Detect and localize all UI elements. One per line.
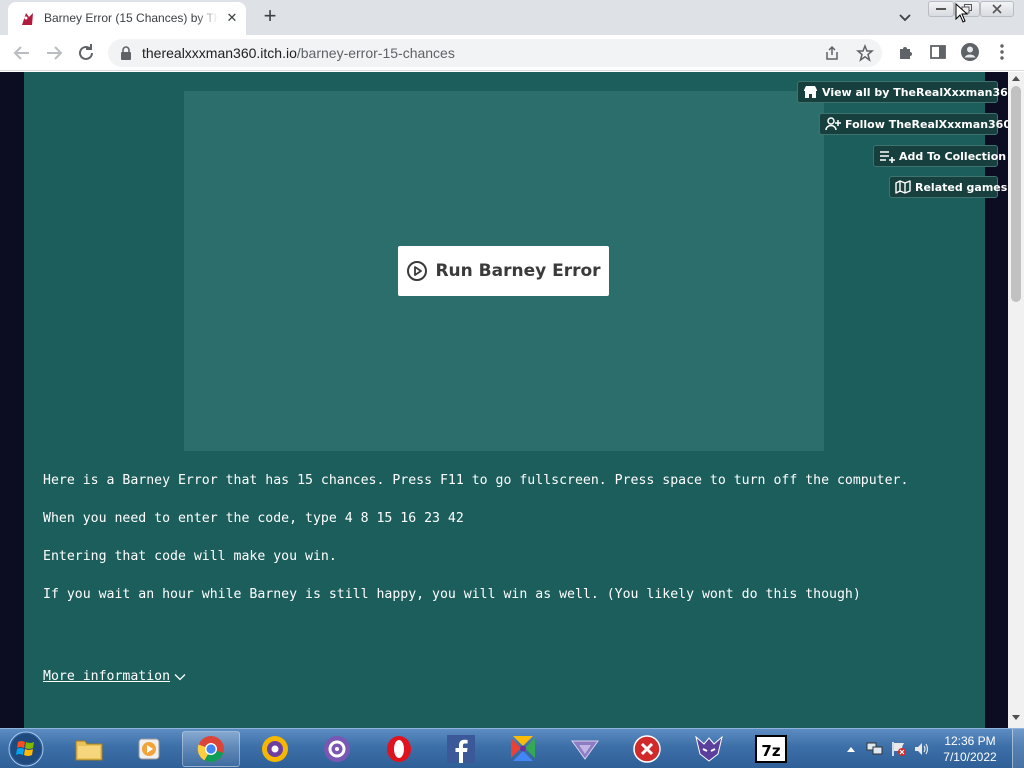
profile-avatar-icon[interactable] bbox=[960, 42, 980, 62]
taskbar-chrome[interactable] bbox=[182, 731, 240, 767]
description-paragraph: Here is a Barney Error that has 15 chanc… bbox=[43, 473, 909, 488]
action-center-flag-icon[interactable] bbox=[890, 741, 908, 757]
url-text[interactable]: therealxxxman360.itch.io/barney-error-15… bbox=[142, 45, 455, 61]
network-icon[interactable] bbox=[866, 741, 884, 757]
minimize-button[interactable] bbox=[928, 1, 954, 17]
windows-start-button-icon[interactable] bbox=[5, 730, 47, 768]
page-gutter-right bbox=[985, 72, 1008, 728]
description-paragraph: If you wait an hour while Barney is stil… bbox=[43, 587, 861, 602]
clock-date: 7/10/2022 bbox=[943, 750, 997, 764]
game-description: Here is a Barney Error that has 15 chanc… bbox=[43, 470, 963, 622]
scrollbar-thumb[interactable] bbox=[1011, 86, 1021, 302]
taskbar-app-error[interactable] bbox=[618, 731, 676, 767]
scroll-down-arrow-icon[interactable] bbox=[1012, 715, 1020, 721]
playlist-add-icon bbox=[880, 150, 895, 163]
run-game-label: Run Barney Error bbox=[435, 261, 601, 281]
opera-icon bbox=[387, 736, 411, 762]
url-domain: therealxxxman360.itch.io bbox=[142, 45, 297, 61]
close-window-button[interactable] bbox=[980, 1, 1014, 17]
map-icon bbox=[895, 180, 911, 194]
chrome-icon bbox=[197, 736, 224, 763]
view-all-by-button[interactable]: View all by TheRealXxxman360 bbox=[797, 81, 1008, 103]
forward-icon[interactable] bbox=[42, 41, 66, 65]
cat-app-icon bbox=[695, 735, 723, 762]
itchio-store-icon bbox=[804, 86, 817, 98]
purple-app-icon bbox=[324, 736, 350, 762]
taskbar-media-player[interactable] bbox=[120, 731, 178, 767]
page-viewport: Run Barney Error View all by TheRealXxxm… bbox=[0, 72, 1008, 728]
windows-taskbar: 7z 12:36 PM 7/10/2022 bbox=[0, 728, 1024, 768]
url-path: /barney-error-15-chances bbox=[296, 45, 455, 61]
more-information-label: More information bbox=[43, 669, 171, 684]
taskbar-app-purple[interactable] bbox=[308, 731, 366, 767]
taskbar-file-explorer[interactable] bbox=[60, 731, 118, 767]
related-games-label: Related games bbox=[915, 180, 1008, 194]
view-all-label: View all by TheRealXxxman360 bbox=[822, 85, 1008, 99]
follow-label: Follow TheRealXxxman360 bbox=[845, 117, 1008, 131]
svg-text:7z: 7z bbox=[761, 742, 780, 760]
add-user-icon bbox=[825, 117, 841, 131]
run-game-button[interactable]: Run Barney Error bbox=[398, 246, 609, 296]
mouse-cursor-icon bbox=[955, 3, 969, 23]
browser-tab[interactable]: Barney Error (15 Chances) by TheRealXxxm… bbox=[8, 2, 246, 35]
error-icon bbox=[633, 735, 661, 763]
more-information-toggle[interactable]: More information bbox=[43, 669, 186, 684]
chevron-down-icon[interactable] bbox=[896, 8, 914, 26]
play-circle-icon bbox=[407, 261, 428, 281]
add-to-collection-button[interactable]: Add To Collection bbox=[873, 145, 1006, 167]
7zip-icon: 7z bbox=[755, 735, 787, 763]
facebook-icon bbox=[447, 735, 475, 763]
address-bar[interactable]: therealxxxman360.itch.io/barney-error-15… bbox=[108, 39, 882, 67]
side-panel-icon[interactable] bbox=[929, 43, 947, 61]
show-hidden-icons-icon[interactable] bbox=[846, 745, 856, 753]
related-games-button[interactable]: Related games bbox=[889, 176, 1007, 198]
tab-title: Barney Error (15 Chances) by TheRealXxxm… bbox=[44, 11, 218, 27]
game-page-column: Run Barney Error View all by TheRealXxxm… bbox=[24, 72, 1008, 728]
folder-icon bbox=[75, 740, 103, 761]
back-icon[interactable] bbox=[10, 41, 34, 65]
page-gutter-left bbox=[0, 72, 24, 728]
clock-time: 12:36 PM bbox=[944, 734, 996, 748]
tab-strip: Barney Error (15 Chances) by TheRealXxxm… bbox=[0, 0, 1024, 35]
taskbar-7zip[interactable]: 7z bbox=[742, 731, 800, 767]
description-paragraph: Entering that code will make you win. bbox=[43, 549, 337, 564]
media-player-icon bbox=[138, 738, 160, 760]
show-desktop-button[interactable] bbox=[1012, 729, 1024, 768]
share-icon[interactable] bbox=[824, 45, 840, 61]
close-icon[interactable]: ✕ bbox=[224, 10, 240, 26]
new-tab-icon[interactable]: + bbox=[258, 5, 282, 29]
reload-icon[interactable] bbox=[74, 41, 98, 65]
game-embed-frame[interactable]: Run Barney Error bbox=[184, 91, 824, 451]
page-scrollbar[interactable] bbox=[1008, 72, 1024, 728]
lock-icon[interactable] bbox=[120, 46, 132, 60]
taskbar-clock[interactable]: 12:36 PM 7/10/2022 bbox=[935, 733, 1005, 765]
taskbar-opera[interactable] bbox=[370, 731, 428, 767]
taskbar-app-colorful[interactable] bbox=[494, 731, 552, 767]
menu-kebab-icon[interactable] bbox=[998, 43, 1006, 61]
colorful-app-icon bbox=[511, 736, 535, 761]
scroll-up-arrow-icon[interactable] bbox=[1012, 75, 1020, 81]
taskbar-facebook[interactable] bbox=[432, 731, 490, 767]
browser-toolbar: therealxxxman360.itch.io/barney-error-15… bbox=[0, 35, 1024, 71]
chevron-down-icon bbox=[174, 673, 186, 680]
volume-icon[interactable] bbox=[913, 741, 931, 757]
yellow-app-icon bbox=[262, 736, 288, 762]
taskbar-app-triangle[interactable] bbox=[556, 731, 614, 767]
description-paragraph: When you need to enter the code, type 4 … bbox=[43, 511, 464, 526]
taskbar-app-yellow[interactable] bbox=[246, 731, 304, 767]
bookmark-star-icon[interactable] bbox=[856, 44, 874, 62]
triangle-app-icon bbox=[571, 740, 599, 760]
add-to-collection-label: Add To Collection bbox=[899, 149, 1007, 163]
extensions-puzzle-icon[interactable] bbox=[897, 43, 915, 61]
itchio-favicon-icon bbox=[22, 13, 33, 25]
follow-button[interactable]: Follow TheRealXxxman360 bbox=[819, 113, 1008, 135]
taskbar-app-cat[interactable] bbox=[680, 731, 738, 767]
